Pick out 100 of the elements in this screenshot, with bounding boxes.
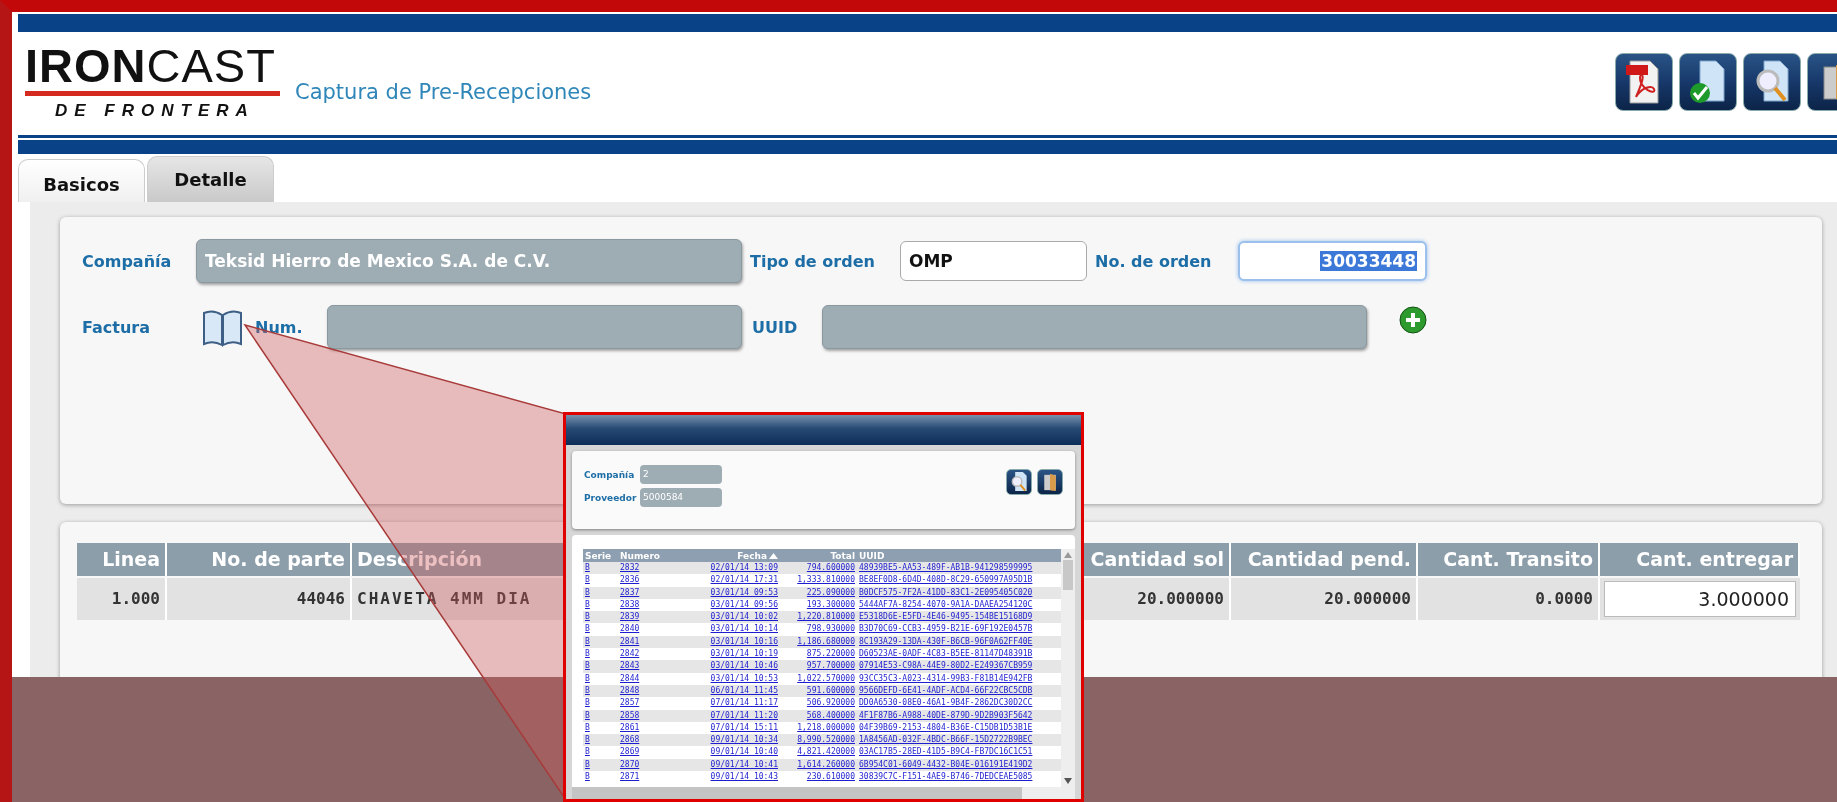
invoice-link[interactable]: B bbox=[585, 710, 590, 720]
invoice-link[interactable]: 6B954C01-6049-4432-B04E-016191E419D2 bbox=[859, 759, 1033, 769]
invoice-link[interactable]: 06/01/14 11:45 bbox=[710, 685, 778, 695]
tab[interactable]: Basicos bbox=[18, 159, 145, 202]
tab[interactable]: Detalle bbox=[147, 156, 274, 202]
invoice-link[interactable]: 09/01/14 10:34 bbox=[710, 735, 778, 745]
invoice-link[interactable]: B bbox=[585, 636, 590, 646]
invoice-link[interactable]: 2841 bbox=[620, 636, 640, 646]
invoice-link[interactable]: D60523AE-0ADF-4C83-B5EE-81147D48391B bbox=[859, 649, 1033, 659]
invoice-link[interactable]: B bbox=[585, 747, 590, 757]
invoice-link[interactable]: 2843 bbox=[620, 661, 640, 671]
invoice-link[interactable]: 1A8456AD-032F-4BDC-B66F-15D2722B9BEC bbox=[859, 735, 1033, 745]
invoice-link[interactable]: B bbox=[585, 575, 590, 585]
invoice-link[interactable]: 1,186.680000 bbox=[797, 636, 855, 646]
invoice-link[interactable]: 03/01/14 10:46 bbox=[710, 661, 778, 671]
exit-button[interactable] bbox=[1037, 469, 1063, 495]
invoice-link[interactable]: 09/01/14 10:41 bbox=[710, 759, 778, 769]
invoice-link[interactable]: 4F1F87B6-A988-40DE-879D-9D2B903F5642 bbox=[859, 710, 1033, 720]
invoice-link[interactable]: 03/01/14 09:56 bbox=[710, 599, 778, 609]
invoice-link[interactable]: 8C193A29-13DA-430F-B6CB-96F0A62FF40E bbox=[859, 636, 1033, 646]
invoice-link[interactable]: B bbox=[585, 673, 590, 683]
invoice-link[interactable]: 1,022.570000 bbox=[797, 673, 855, 683]
invoice-link[interactable]: 09/01/14 10:40 bbox=[710, 747, 778, 757]
vertical-scrollbar[interactable] bbox=[1061, 549, 1075, 787]
invoice-link[interactable]: 2861 bbox=[620, 722, 640, 732]
invoice-link[interactable]: 2837 bbox=[620, 587, 640, 597]
invoice-link[interactable]: 09/01/14 10:43 bbox=[710, 772, 778, 782]
invoice-link[interactable]: 875.220000 bbox=[806, 649, 855, 659]
invoice-link[interactable]: 2858 bbox=[620, 710, 640, 720]
invoice-link[interactable]: 2842 bbox=[620, 649, 640, 659]
invoice-link[interactable]: 2870 bbox=[620, 759, 640, 769]
invoice-link[interactable]: B bbox=[585, 772, 590, 782]
invoice-link[interactable]: 1,614.260000 bbox=[797, 759, 855, 769]
scroll-thumb[interactable] bbox=[1063, 560, 1073, 590]
invoice-link[interactable]: 03/01/14 10:16 bbox=[710, 636, 778, 646]
invoice-link[interactable]: 230.610000 bbox=[806, 772, 855, 782]
invoice-link[interactable]: B bbox=[585, 563, 590, 572]
invoice-link[interactable]: 07/01/14 11:17 bbox=[710, 698, 778, 708]
invoice-link[interactable]: 03/01/14 10:19 bbox=[710, 649, 778, 659]
invoice-link[interactable]: B bbox=[585, 661, 590, 671]
invoice-link[interactable]: 794.600000 bbox=[806, 563, 855, 572]
invoice-link[interactable]: B bbox=[585, 612, 590, 622]
invoice-link[interactable]: 2836 bbox=[620, 575, 640, 585]
quantity-input[interactable]: 3.000000 bbox=[1604, 581, 1796, 617]
invoice-link[interactable]: 02/01/14 17:31 bbox=[710, 575, 778, 585]
invoice-link[interactable]: 04F39B69-2153-4804-B36E-C15DB1D53B1E bbox=[859, 722, 1033, 732]
invoice-link[interactable]: 02/01/14 13:09 bbox=[710, 563, 778, 572]
invoice-link[interactable]: 4,821.420000 bbox=[797, 747, 855, 757]
book-icon[interactable] bbox=[201, 307, 244, 347]
invoice-link[interactable]: 03/01/14 10:14 bbox=[710, 624, 778, 634]
approve-button[interactable] bbox=[1679, 53, 1737, 111]
invoice-link[interactable]: B bbox=[585, 759, 590, 769]
invoice-link[interactable]: 225.090000 bbox=[806, 587, 855, 597]
invoice-link[interactable]: 07914E53-C98A-44E9-80D2-E249367CB959 bbox=[859, 661, 1033, 671]
search-button[interactable] bbox=[1006, 469, 1032, 495]
invoice-link[interactable]: B bbox=[585, 735, 590, 745]
invoice-link[interactable]: 2871 bbox=[620, 772, 640, 782]
invoice-link[interactable]: B bbox=[585, 624, 590, 634]
invoice-link[interactable]: B bbox=[585, 587, 590, 597]
invoice-link[interactable]: 9566DEFD-6E41-4ADF-ACD4-66F22CBC5CDB bbox=[859, 685, 1033, 695]
pdf-button[interactable] bbox=[1615, 53, 1673, 111]
invoice-link[interactable]: 506.920000 bbox=[806, 698, 855, 708]
invoice-link[interactable]: 1,333.810000 bbox=[797, 575, 855, 585]
invoice-link[interactable]: 591.600000 bbox=[806, 685, 855, 695]
invoice-link[interactable]: 30839C7C-F151-4AE9-B746-7DEDCEAE5085 bbox=[859, 772, 1033, 782]
invoice-link[interactable]: 193.300000 bbox=[806, 599, 855, 609]
invoice-link[interactable]: B bbox=[585, 599, 590, 609]
invoice-link[interactable]: B3D70C69-CCB3-4959-B21E-69F192E0457B bbox=[859, 624, 1033, 634]
invoice-link[interactable]: B bbox=[585, 685, 590, 695]
invoice-link[interactable]: 03AC17B5-28ED-41D5-B9C4-FB7DC16C1C51 bbox=[859, 747, 1033, 757]
invoice-link[interactable]: 798.930000 bbox=[806, 624, 855, 634]
invoice-link[interactable]: 03/01/14 10:02 bbox=[710, 612, 778, 622]
invoice-link[interactable]: 2868 bbox=[620, 735, 640, 745]
invoice-link[interactable]: 2840 bbox=[620, 624, 640, 634]
invoice-link[interactable]: 2844 bbox=[620, 673, 640, 683]
invoice-link[interactable]: 957.700000 bbox=[806, 661, 855, 671]
add-icon[interactable] bbox=[1398, 305, 1428, 335]
order-type-field[interactable]: OMP bbox=[900, 241, 1087, 281]
invoice-link[interactable]: B bbox=[585, 698, 590, 708]
invoice-link[interactable]: 1,220.810000 bbox=[797, 612, 855, 622]
invoice-link[interactable]: 2857 bbox=[620, 698, 640, 708]
invoice-link[interactable]: 93CC35C3-A023-4314-99B3-F81B14E942FB bbox=[859, 673, 1033, 683]
order-number-field[interactable]: 30033448 bbox=[1238, 241, 1427, 281]
scroll-down-icon[interactable] bbox=[1064, 778, 1072, 784]
invoice-link[interactable]: 07/01/14 15:11 bbox=[710, 722, 778, 732]
invoice-link[interactable]: 2869 bbox=[620, 747, 640, 757]
search-button[interactable] bbox=[1743, 53, 1801, 111]
invoice-link[interactable]: 1,218.000000 bbox=[797, 722, 855, 732]
invoice-link[interactable]: 2838 bbox=[620, 599, 640, 609]
invoice-link[interactable]: 2848 bbox=[620, 685, 640, 695]
invoice-link[interactable]: B bbox=[585, 649, 590, 659]
invoice-link[interactable]: 2832 bbox=[620, 563, 640, 572]
invoice-link[interactable]: 2839 bbox=[620, 612, 640, 622]
invoice-link[interactable]: 03/01/14 09:53 bbox=[710, 587, 778, 597]
invoice-link[interactable]: 07/01/14 11:20 bbox=[710, 710, 778, 720]
invoice-link[interactable]: DD0A6530-08E0-46A1-9B4F-2862DC30D2CC bbox=[859, 698, 1033, 708]
invoice-link[interactable]: 03/01/14 10:53 bbox=[710, 673, 778, 683]
invoice-link[interactable]: 8,990.520000 bbox=[797, 735, 855, 745]
invoice-link[interactable]: 568.400000 bbox=[806, 710, 855, 720]
invoice-link[interactable]: B bbox=[585, 722, 590, 732]
